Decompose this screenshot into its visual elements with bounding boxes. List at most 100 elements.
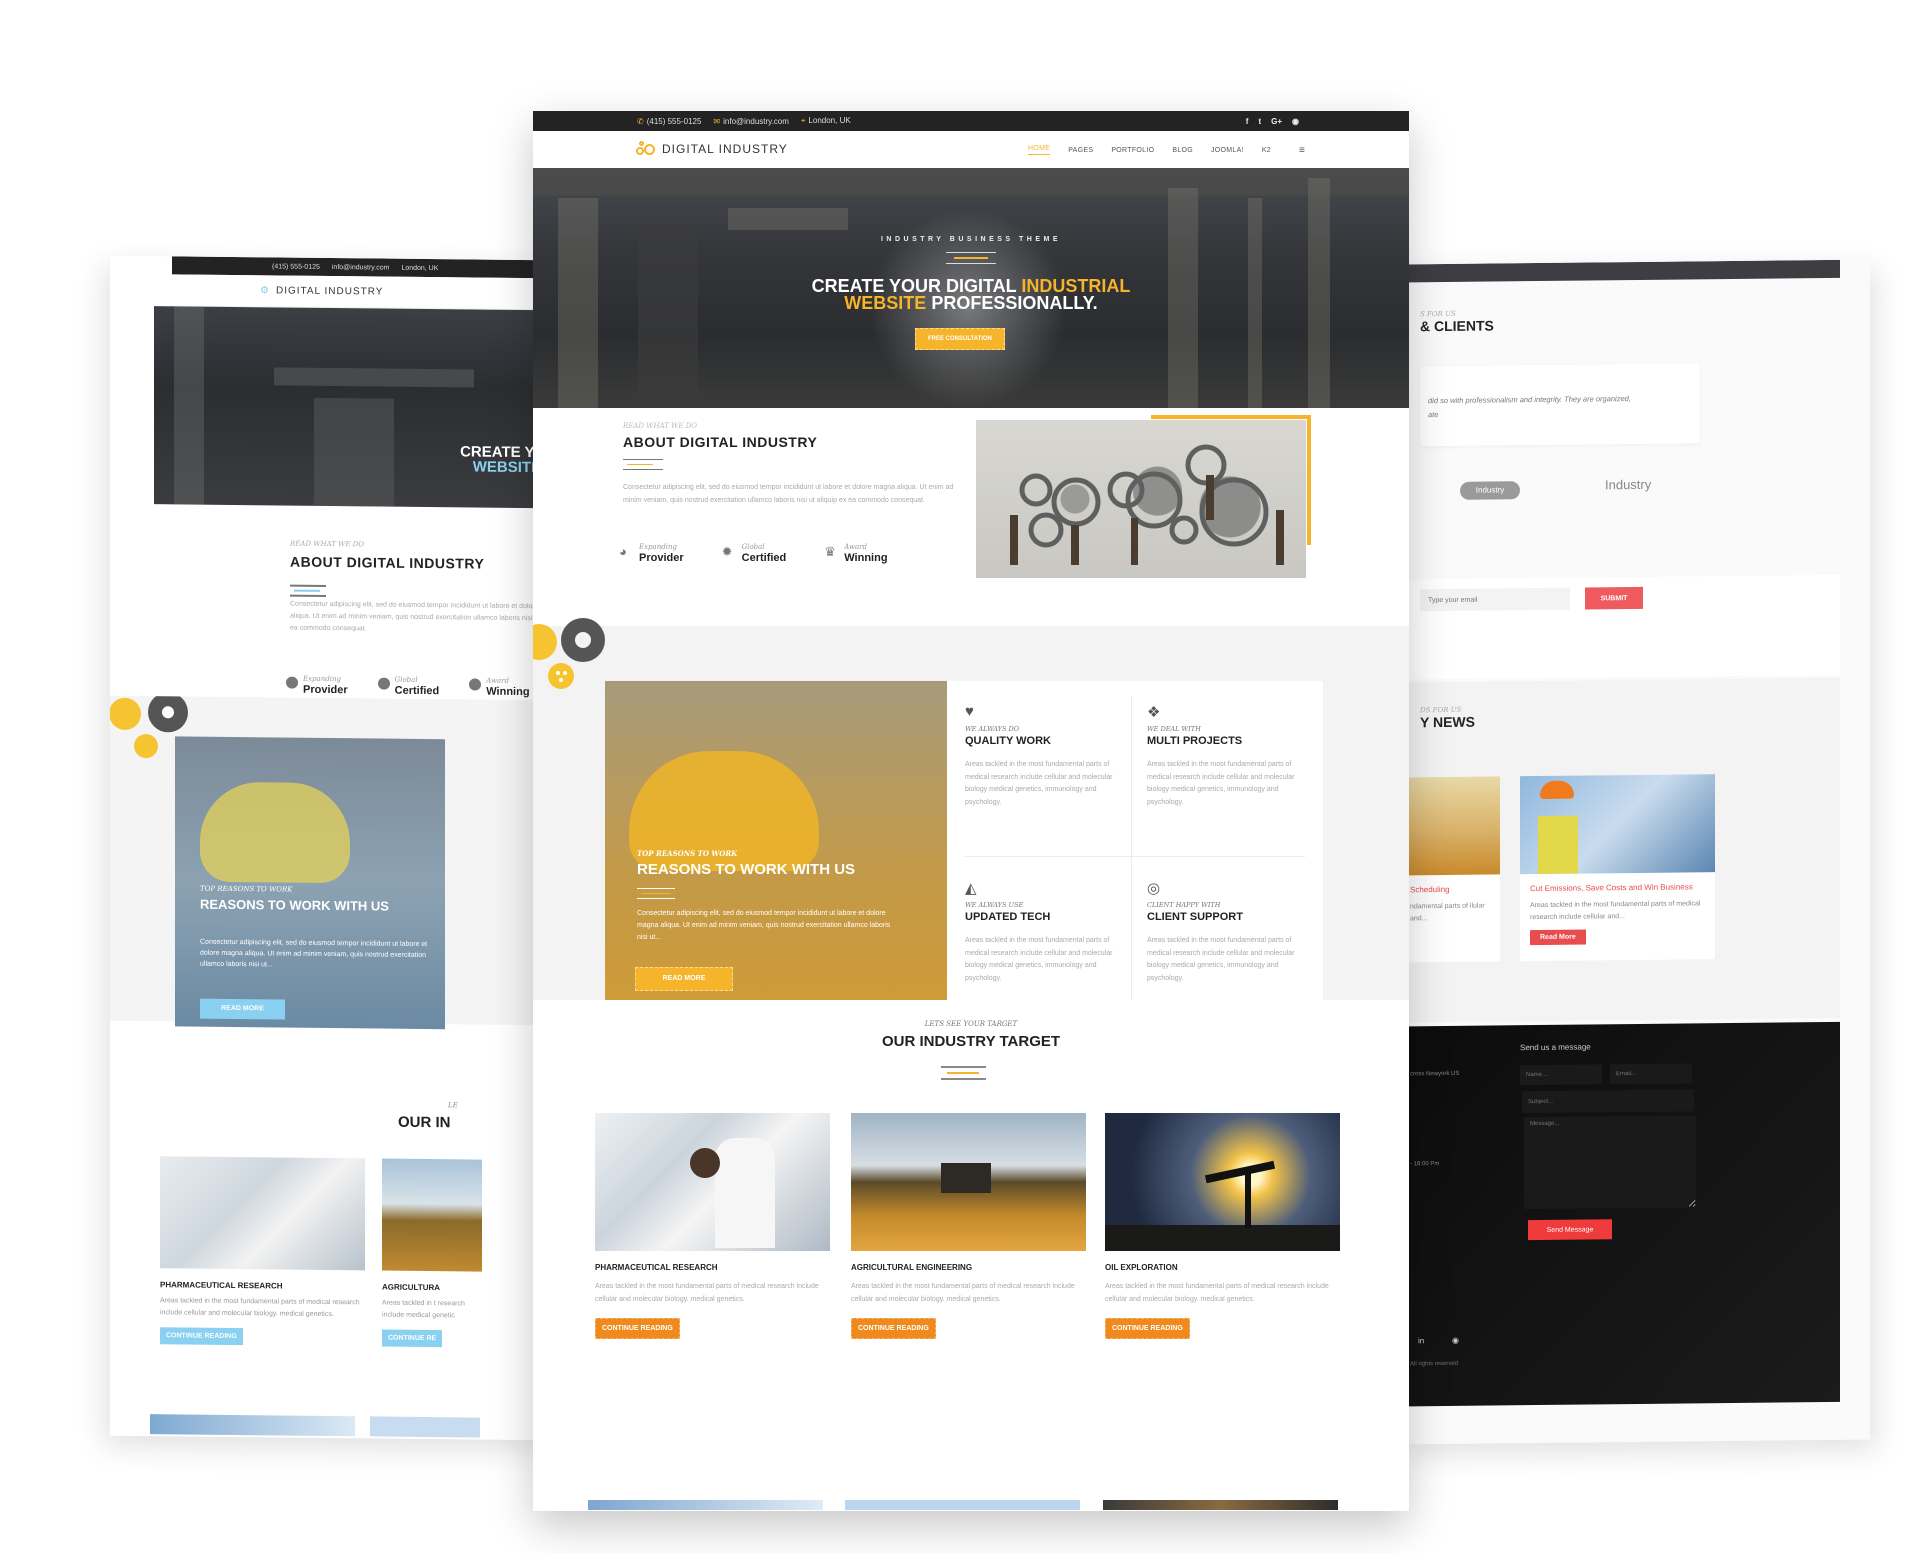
main-menu: HOME PAGES PORTFOLIO BLOG JOOMLA! K2 ≡: [1028, 131, 1305, 169]
right-hero-strip: [1400, 259, 1840, 283]
envelope-icon: ✉: [713, 116, 721, 126]
target-card: AGRICULTURAL ENGINEERING Areas tackled i…: [851, 1113, 1086, 1339]
hamburger-icon[interactable]: ≡: [1299, 145, 1305, 156]
reasons-section: TOP REASONS TO WORK REASONS TO WORK WITH…: [533, 618, 1409, 1031]
contact-name-input[interactable]: [1520, 1064, 1602, 1086]
dribbble-icon[interactable]: ◉: [1292, 117, 1299, 126]
left-navbar: ⚙ DIGITAL INDUSTRY: [170, 274, 550, 311]
left-brand: DIGITAL INDUSTRY: [275, 285, 384, 298]
client-logo: Industry: [1605, 476, 1652, 493]
contact-footer: Send us a message cross Newyork US - 18:…: [1400, 1021, 1840, 1407]
facebook-icon[interactable]: f: [1246, 117, 1249, 126]
trophy-icon: [469, 678, 482, 691]
nav-home[interactable]: HOME: [1028, 145, 1051, 155]
left-email: info@industry.com: [331, 263, 390, 272]
left-continue-button[interactable]: CONTINUE RE: [382, 1329, 443, 1348]
linkedin-icon[interactable]: in: [1418, 1336, 1424, 1345]
nav-portfolio[interactable]: PORTFOLIO: [1111, 147, 1154, 154]
globe-icon: ◕: [619, 544, 627, 559]
continue-reading-button[interactable]: CONTINUE READING: [1105, 1318, 1190, 1339]
left-feature: Expanding Provider: [286, 675, 348, 696]
reasons-card: TOP REASONS TO WORK REASONS TO WORK WITH…: [605, 681, 947, 1031]
nav-k2[interactable]: K2: [1262, 147, 1271, 154]
newsletter-submit-button[interactable]: SUBMIT: [1585, 586, 1643, 610]
tractor-field-image: [851, 1113, 1086, 1251]
left-about-title: ABOUT DIGITAL INDUSTRY: [290, 553, 485, 572]
left-continue-button[interactable]: CONTINUE READING: [160, 1327, 243, 1346]
left-target-title: OUR IN: [398, 1113, 451, 1132]
target-card: PHARMACEUTICAL RESEARCH Areas tackled in…: [595, 1113, 830, 1339]
continue-reading-button[interactable]: CONTINUE READING: [595, 1318, 680, 1339]
testimonial-card: did so with professionalism and integrit…: [1420, 363, 1700, 447]
footer-hours: - 18:00 Pm: [1410, 1161, 1440, 1168]
left-target-kicker: LE: [448, 1101, 458, 1110]
news-read-more-button[interactable]: Read More: [1530, 929, 1586, 946]
newsletter-form: SUBMIT: [1400, 574, 1840, 680]
feature-certified: ✹ Global Certified: [721, 543, 787, 564]
left-hero: INDUSTRY CREATE YOUR WEBSITE P: [154, 306, 550, 509]
reasons-kicker: TOP REASONS TO WORK: [637, 849, 738, 858]
target-divider: [941, 1066, 986, 1084]
news-section: DS FOR US Y NEWS Scheduling ndamental pa…: [1400, 677, 1840, 1023]
hero-title: CREATE YOUR DIGITAL INDUSTRIAL WEBSITE P…: [811, 276, 1131, 313]
target-card-image-partial: [1103, 1500, 1338, 1510]
engineer-image: [1520, 774, 1715, 875]
about-title: ABOUT DIGITAL INDUSTRY: [623, 434, 818, 450]
navbar: DIGITAL INDUSTRY HOME PAGES PORTFOLIO BL…: [533, 131, 1409, 169]
news-title: Y NEWS: [1420, 713, 1475, 731]
contact-heading: Send us a message: [1520, 1042, 1591, 1053]
twitter-icon[interactable]: t: [1258, 117, 1261, 126]
client-logo: Industry: [1460, 481, 1520, 500]
feature-winning: ♛ Award Winning: [824, 543, 888, 564]
free-consultation-button[interactable]: FREE CONSULTATION: [915, 328, 1005, 350]
heartbeat-icon: ♥: [965, 703, 974, 720]
read-more-button[interactable]: READ MORE: [635, 967, 733, 991]
brand-logo[interactable]: DIGITAL INDUSTRY: [636, 141, 788, 157]
contact-email-input[interactable]: [1610, 1063, 1692, 1085]
left-about-kicker: READ WHAT WE DO: [290, 539, 365, 549]
news-card: Scheduling ndamental parts of llular and…: [1400, 776, 1500, 963]
brand-name: DIGITAL INDUSTRY: [662, 142, 788, 156]
reasons-paragraph: Consectetur adipiscing elit, sed do eius…: [637, 910, 891, 941]
lab-image: [160, 1156, 365, 1271]
nav-joomla[interactable]: JOOMLA!: [1211, 147, 1244, 154]
cubes-icon: ❖: [1147, 704, 1161, 721]
topbar-phone: ✆ (415) 555-0125: [637, 116, 702, 126]
oil-pump-image: [1105, 1113, 1340, 1251]
nav-pages[interactable]: PAGES: [1068, 147, 1093, 154]
contact-subject-input[interactable]: [1522, 1089, 1694, 1114]
phone-icon: ✆: [637, 116, 644, 126]
about-kicker: READ WHAT WE DO: [623, 422, 698, 430]
send-message-button[interactable]: Send Message: [1528, 1219, 1612, 1241]
google-plus-icon[interactable]: G+: [1271, 117, 1282, 126]
about-features: ◕ Expanding Provider ✹ Global Certified ♛ …: [619, 543, 888, 564]
target-card-image-partial: [588, 1500, 823, 1510]
about-section: READ WHAT WE DO ABOUT DIGITAL INDUSTRY C…: [533, 408, 1409, 626]
newsletter-email-input[interactable]: [1420, 587, 1570, 612]
left-location: London, UK: [401, 264, 439, 272]
badge-icon: ✹: [721, 544, 733, 559]
contact-message-input[interactable]: [1524, 1115, 1696, 1210]
dribbble-icon[interactable]: ◉: [1452, 1336, 1459, 1345]
industry-target-section: LETS SEE YOUR TARGET OUR INDUSTRY TARGET…: [533, 1000, 1409, 1511]
sunset-field-image: [1400, 776, 1500, 876]
topbar-email[interactable]: ✉ info@industry.com: [713, 117, 788, 126]
left-about-paragraph: Consectetur adipiscing elit, sed do eius…: [290, 600, 550, 633]
nav-blog[interactable]: BLOG: [1172, 147, 1193, 154]
reasons-title: REASONS TO WORK WITH US: [637, 861, 856, 878]
target-title: OUR INDUSTRY TARGET: [881, 1033, 1061, 1050]
left-reasons-card: TOP REASONS TO WORK REASONS TO WORK WITH…: [175, 736, 445, 1030]
hero-kicker: INDUSTRY BUSINESS THEME: [880, 236, 1062, 243]
news-card: Cut Emissions, Save Costs and Win Busine…: [1520, 774, 1715, 962]
continue-reading-button[interactable]: CONTINUE READING: [851, 1318, 936, 1339]
life-ring-icon: ◎: [1147, 880, 1161, 897]
service-item: ◭ WE ALWAYS USE UPDATED TECH Areas tackl…: [965, 879, 1135, 985]
topbar: ✆ (415) 555-0125 ✉ info@industry.com ⌖ Lond…: [533, 111, 1409, 131]
left-read-more-button[interactable]: READ MORE: [200, 998, 285, 1020]
service-item: ◎ CLIENT HAPPY WITH CLIENT SUPPORT Areas…: [1147, 879, 1317, 985]
left-gears-logo-icon: ⚙: [260, 285, 270, 297]
left-target-card: AGRICULTURA Areas tackled in t research …: [382, 1158, 482, 1348]
right-clients-header: S FOR US & CLIENTS: [1420, 309, 1494, 335]
center-page-mockup: ✆ (415) 555-0125 ✉ info@industry.com ⌖ Lond…: [533, 111, 1409, 1511]
left-feature: Award Winning: [469, 676, 530, 698]
